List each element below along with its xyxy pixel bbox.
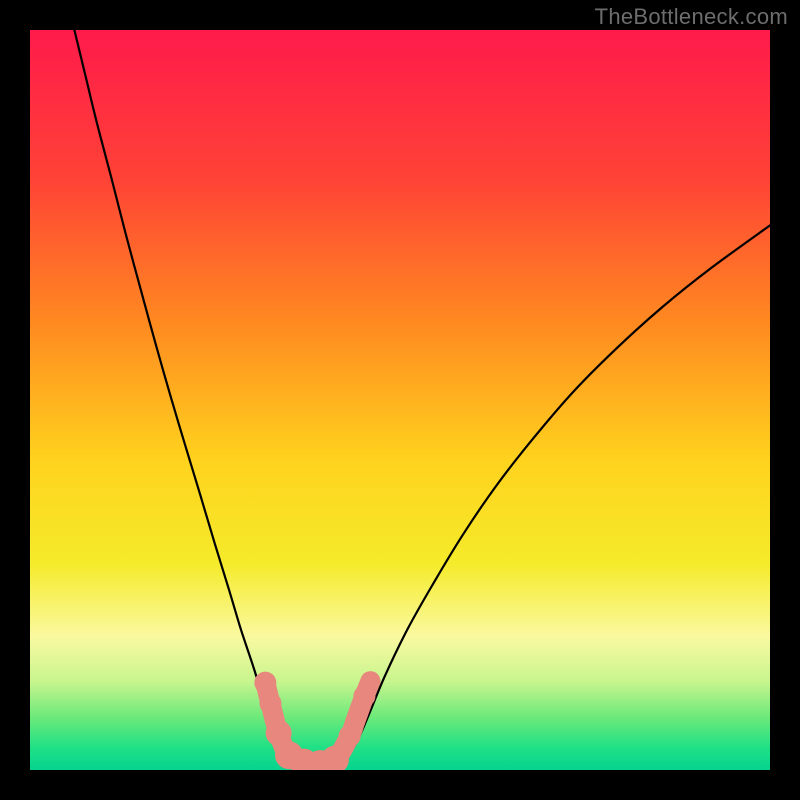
watermark-text: TheBottleneck.com	[595, 4, 788, 30]
gradient-background	[30, 30, 770, 770]
marker-dot	[260, 692, 282, 714]
plot-area	[30, 30, 770, 770]
marker-dot	[346, 710, 366, 730]
chart-frame: TheBottleneck.com	[0, 0, 800, 800]
marker-dot	[360, 671, 380, 691]
chart-svg	[30, 30, 770, 770]
marker-dot	[254, 672, 276, 694]
